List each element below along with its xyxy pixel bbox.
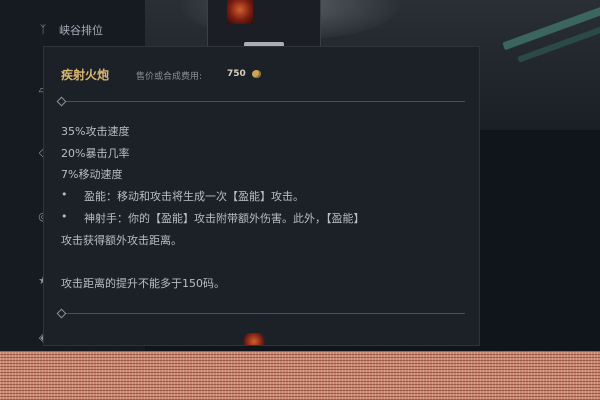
passive-energized: 盈能：移动和攻击将生成一次【盈能】攻击。 — [84, 190, 304, 203]
sidebar-item-label: 峡谷排位 — [59, 24, 103, 37]
stat-attack-speed: 35%攻击速度 — [61, 125, 130, 138]
divider-bottom — [61, 313, 465, 314]
crown-wings-icon: ᛉ — [39, 23, 47, 36]
sidebar-item-ranked[interactable]: ᛉ 峡谷排位 — [0, 18, 145, 42]
hero-blade — [502, 1, 600, 51]
item-icon — [227, 0, 253, 24]
bullet-marker: • — [61, 210, 68, 223]
passive-sharpshooter-continued: 攻击获得额外攻击距离。 — [61, 234, 182, 247]
gold-coin-icon — [252, 70, 261, 78]
dither-noise-band — [0, 351, 600, 400]
item-title: 疾射火炮 — [61, 68, 110, 82]
selected-item-card[interactable] — [207, 0, 321, 49]
component-item-icon[interactable] — [243, 333, 265, 345]
passive-sharpshooter: 神射手：你的【盈能】攻击附带额外伤害。此外，【盈能】 — [84, 212, 365, 225]
divider-top — [61, 101, 465, 102]
bullet-marker: • — [61, 188, 68, 201]
range-cap-note: 攻击距离的提升不能多于150码。 — [61, 277, 225, 290]
stat-move-speed: 7%移动速度 — [61, 168, 123, 181]
cost-value: 750 — [227, 69, 246, 79]
stat-crit-chance: 20%暴击几率 — [61, 147, 130, 160]
cost-label: 售价或合成费用: — [136, 72, 203, 82]
item-tooltip: 疾射火炮 售价或合成费用: 750 35%攻击速度 20%暴击几率 7%移动速度… — [43, 46, 480, 346]
app-window: ᛉ 峡谷排位 ▱ ◇ ◎ ★ ◈ 疾射火炮 售价或合成费用: 750 — [0, 0, 600, 400]
